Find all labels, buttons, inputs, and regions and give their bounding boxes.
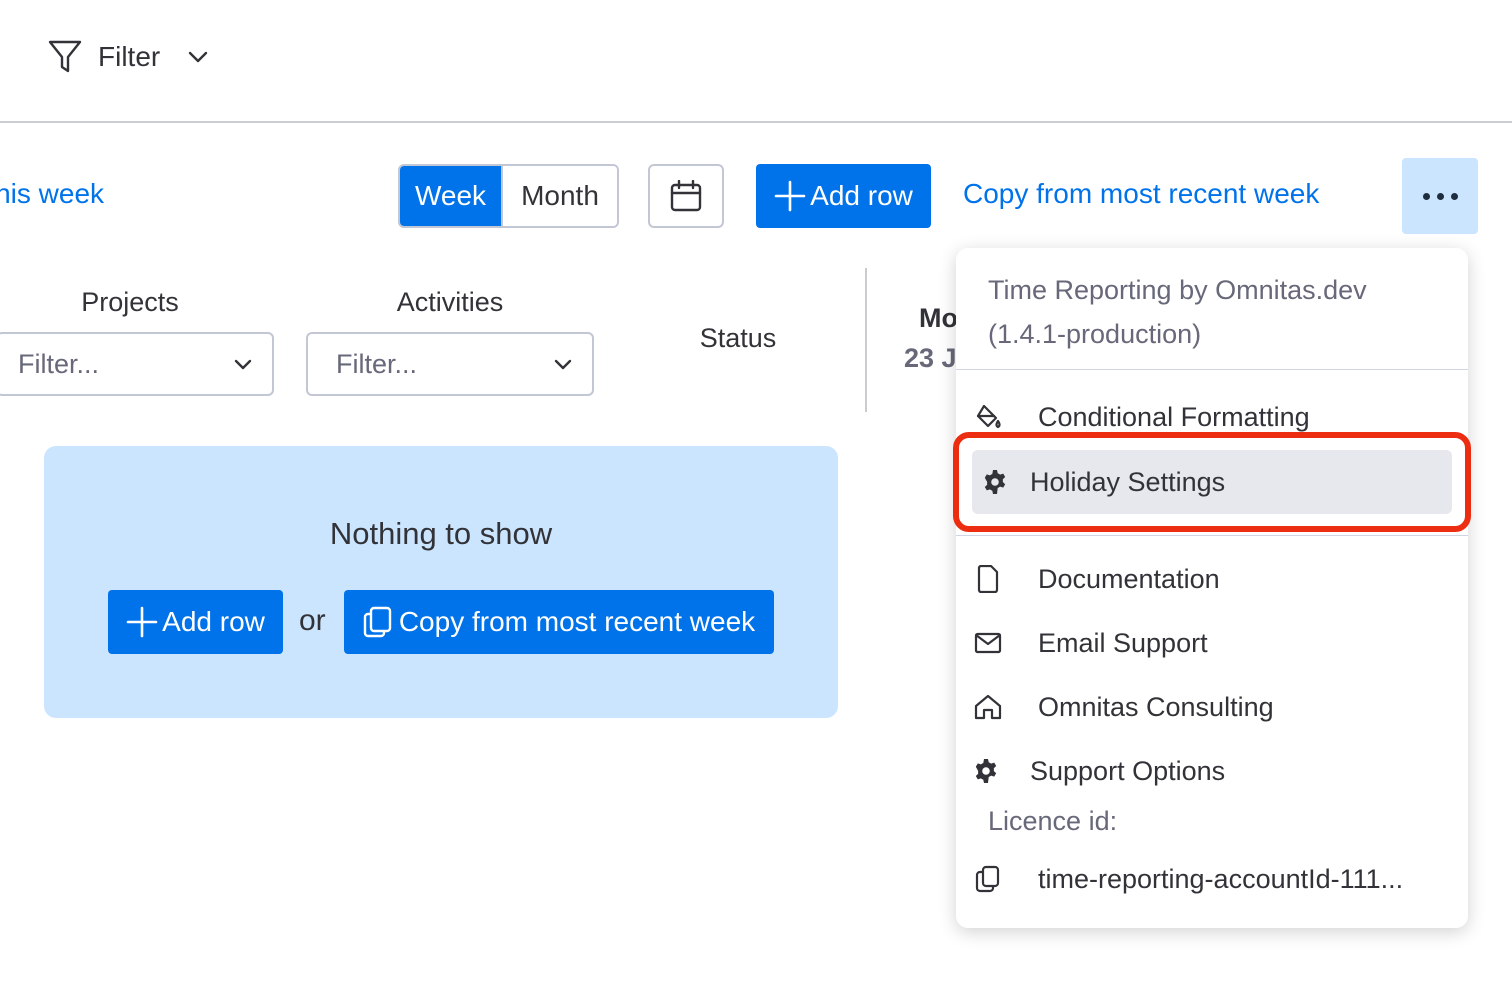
- add-row-label: Add row: [810, 180, 913, 211]
- chevron-down-icon: [554, 359, 572, 370]
- home-icon: [956, 694, 1012, 720]
- plus-icon: [126, 606, 158, 638]
- empty-or-text: or: [299, 604, 326, 637]
- menu-divider: [956, 369, 1468, 370]
- envelope-icon: [956, 632, 1012, 654]
- projects-column-title: Projects: [81, 287, 179, 317]
- add-row-button[interactable]: Add row: [756, 164, 931, 228]
- view-month-button[interactable]: Month: [501, 166, 617, 226]
- day-column-title: Mo: [919, 303, 958, 333]
- empty-copy-label: Copy from most recent week: [398, 606, 756, 637]
- chevron-down-icon: [234, 359, 252, 370]
- menu-app-version: (1.4.1-production): [988, 319, 1202, 349]
- activities-column-title: Activities: [396, 287, 504, 317]
- projects-filter-placeholder: Filter...: [18, 348, 100, 379]
- empty-add-row-button[interactable]: Add row: [108, 590, 283, 654]
- status-column-title: Status: [699, 323, 777, 353]
- calendar-icon: [670, 180, 702, 212]
- paint-bucket-icon: [956, 403, 1012, 431]
- menu-item-email-support[interactable]: Email Support: [956, 611, 1468, 675]
- menu-item-documentation[interactable]: Documentation: [956, 547, 1468, 611]
- activities-filter-placeholder: Filter...: [336, 348, 418, 379]
- more-dots-icon: [1422, 192, 1430, 200]
- more-options-button[interactable]: [1402, 158, 1478, 234]
- filter-bar: Filter: [0, 0, 1512, 123]
- plus-icon: [774, 180, 806, 212]
- licence-copy-item[interactable]: time-reporting-accountId-111...: [956, 847, 1468, 911]
- funnel-icon: [48, 39, 82, 75]
- copy-icon: [363, 606, 393, 638]
- more-dots-icon: [1450, 192, 1458, 200]
- menu-item-omnitas-consulting[interactable]: Omnitas Consulting: [956, 675, 1468, 739]
- menu-app-info: Time Reporting by Omnitas.dev (1.4.1-pro…: [988, 268, 1367, 356]
- menu-item-label: Documentation: [1038, 563, 1220, 594]
- gear-icon: [956, 758, 1006, 784]
- empty-copy-week-button[interactable]: Copy from most recent week: [344, 590, 774, 654]
- calendar-button[interactable]: [648, 164, 724, 228]
- filter-label: Filter: [98, 41, 161, 72]
- chevron-down-icon: [188, 51, 208, 63]
- menu-app-name: Time Reporting by Omnitas.dev: [988, 275, 1367, 305]
- activities-filter-select[interactable]: Filter...: [306, 332, 594, 396]
- menu-divider: [956, 535, 1468, 536]
- licence-value: time-reporting-accountId-111...: [1038, 863, 1404, 894]
- licence-label: Licence id:: [988, 806, 1118, 836]
- this-week-link[interactable]: This week: [0, 178, 104, 210]
- menu-item-label: Email Support: [1038, 627, 1208, 658]
- more-options-menu: Time Reporting by Omnitas.dev (1.4.1-pro…: [956, 248, 1468, 928]
- copy-recent-week-link[interactable]: Copy from most recent week: [963, 178, 1319, 210]
- projects-filter-select[interactable]: Filter...: [0, 332, 274, 396]
- menu-item-label: Support Options: [1030, 755, 1226, 786]
- copy-icon: [956, 865, 1012, 893]
- view-toggle: Week Month: [398, 164, 619, 228]
- menu-item-label: Conditional Formatting: [1038, 401, 1310, 432]
- menu-item-label: Omnitas Consulting: [1038, 691, 1274, 722]
- empty-state-title: Nothing to show: [329, 516, 553, 551]
- menu-item-support-options[interactable]: Support Options: [956, 739, 1468, 803]
- column-divider: [865, 268, 867, 412]
- empty-state-panel: [44, 446, 838, 718]
- day-column-date: 23 J: [904, 343, 957, 373]
- filter-button[interactable]: Filter: [48, 36, 208, 78]
- more-dots-icon: [1436, 192, 1444, 200]
- annotation-highlight-ring: [953, 432, 1471, 532]
- document-icon: [956, 565, 1012, 593]
- view-week-button[interactable]: Week: [400, 166, 501, 226]
- empty-add-row-label: Add row: [162, 606, 265, 637]
